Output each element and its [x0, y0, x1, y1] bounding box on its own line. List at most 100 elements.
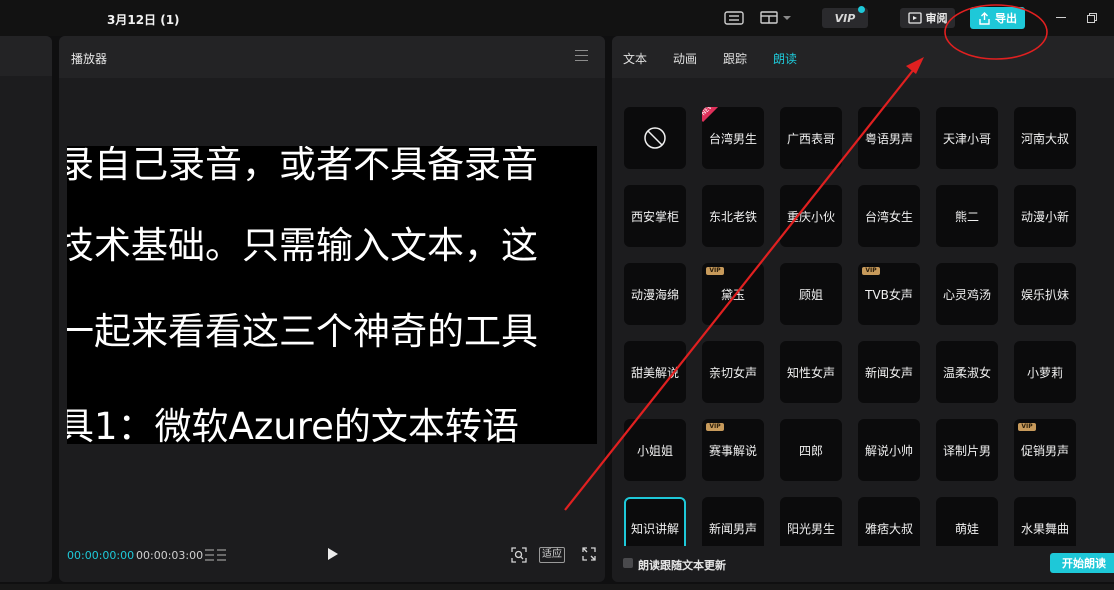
grid-icon[interactable]	[205, 548, 227, 565]
voice-none-option[interactable]	[624, 107, 686, 169]
voice-label: 水果舞曲	[1020, 521, 1069, 536]
voice-option[interactable]: 台湾男生 NEW	[702, 107, 764, 169]
start-reading-button[interactable]: 开始朗读	[1050, 553, 1114, 573]
voice-label: 萌娃	[954, 521, 979, 536]
vip-label: VIP	[834, 11, 856, 25]
voice-option[interactable]: 台湾女生	[858, 185, 920, 247]
video-preview[interactable]: 录自己录音，或者不具备录音 技术基础。只需输入文本，这 一起来看看这三个神奇的工…	[67, 146, 597, 444]
export-button[interactable]: 导出	[970, 7, 1025, 29]
voice-label: 心灵鸡汤	[942, 287, 991, 302]
voice-option[interactable]: 东北老铁	[702, 185, 764, 247]
play-button[interactable]	[327, 547, 339, 564]
fullscreen-icon[interactable]	[582, 547, 596, 564]
menu-icon[interactable]	[575, 50, 588, 65]
voice-option[interactable]: 动漫小新	[1014, 185, 1076, 247]
tab-bar: 文本 动画 跟踪 朗读	[612, 36, 1114, 78]
voice-option[interactable]: 西安掌柜	[624, 185, 686, 247]
voice-option[interactable]: 粤语男声	[858, 107, 920, 169]
media-panel	[0, 36, 52, 582]
voice-option[interactable]: 顾姐	[780, 263, 842, 325]
title-bar: 3月12日 (1) VIP 审阅 导出	[0, 0, 1114, 36]
voice-label: 四郎	[798, 443, 823, 458]
voice-option[interactable]: 四郎	[780, 419, 842, 481]
voice-option[interactable]: 小萝莉	[1014, 341, 1076, 403]
voice-label: 动漫海绵	[630, 287, 679, 302]
voice-label: 阳光男生	[786, 521, 835, 536]
notification-dot	[858, 6, 865, 13]
voice-label: 温柔淑女	[942, 365, 991, 380]
voice-option[interactable]: 译制片男	[936, 419, 998, 481]
maximize-button[interactable]	[1087, 12, 1097, 23]
voice-option[interactable]: 甜美解说	[624, 341, 686, 403]
player-title: 播放器	[71, 52, 108, 66]
review-button[interactable]: 审阅	[900, 8, 955, 28]
voice-option[interactable]: 解说小帅	[858, 419, 920, 481]
review-icon	[907, 12, 922, 24]
voice-label: 小萝莉	[1026, 365, 1063, 380]
voice-option[interactable]: 促销男声 VIP	[1014, 419, 1076, 481]
none-icon	[644, 127, 666, 149]
media-panel-header	[0, 36, 52, 76]
minimize-button[interactable]	[1056, 17, 1066, 18]
tab-read-aloud[interactable]: 朗读	[773, 50, 797, 67]
voice-option[interactable]: TVB女声 VIP	[858, 263, 920, 325]
voice-label: 动漫小新	[1020, 209, 1069, 224]
voice-label: TVB女声	[865, 287, 913, 302]
voice-label: 河南大叔	[1020, 131, 1069, 146]
voice-label: 台湾男生	[708, 131, 757, 146]
voice-label: 顾姐	[798, 287, 823, 302]
vip-badge[interactable]: VIP	[822, 6, 868, 28]
vip-tag: VIP	[1018, 423, 1036, 431]
voice-label: 小姐姐	[636, 443, 673, 458]
voice-label: 知性女声	[786, 365, 835, 380]
voice-option[interactable]: 小姐姐	[624, 419, 686, 481]
voice-label: 熊二	[954, 209, 979, 224]
voice-option[interactable]: 天津小哥	[936, 107, 998, 169]
fit-ratio-button[interactable]: 适应	[539, 547, 565, 563]
voice-label: 新闻男声	[708, 521, 757, 536]
current-time: 00:00:00:00	[67, 549, 135, 562]
voice-option[interactable]: 重庆小伙	[780, 185, 842, 247]
voice-option[interactable]: 新闻女声	[858, 341, 920, 403]
voice-label: 知识讲解	[630, 521, 679, 536]
voice-label: 台湾女生	[864, 209, 913, 224]
tab-animation[interactable]: 动画	[673, 50, 697, 67]
voice-option[interactable]: 娱乐扒妹	[1014, 263, 1076, 325]
voice-label: 亲切女声	[708, 365, 757, 380]
tab-text[interactable]: 文本	[623, 50, 647, 67]
voice-option[interactable]: 广西表哥	[780, 107, 842, 169]
keyboard-icon[interactable]	[724, 9, 744, 27]
tab-tracking[interactable]: 跟踪	[723, 50, 747, 67]
follow-text-checkbox[interactable]	[623, 558, 633, 568]
export-icon	[979, 11, 990, 25]
voice-option[interactable]: 熊二	[936, 185, 998, 247]
voice-label: 广西表哥	[786, 131, 835, 146]
snapshot-icon[interactable]	[511, 547, 527, 566]
voice-label: 娱乐扒妹	[1020, 287, 1069, 302]
voice-label: 甜美解说	[630, 365, 679, 380]
subtitle-line: 录自己录音，或者不具备录音	[67, 146, 538, 186]
export-label: 导出	[995, 12, 1017, 25]
vip-tag: VIP	[862, 267, 880, 275]
voice-label: 新闻女声	[864, 365, 913, 380]
voice-option[interactable]: 知性女声	[780, 341, 842, 403]
voice-option[interactable]: 黛玉 VIP	[702, 263, 764, 325]
voice-label: 天津小哥	[942, 131, 991, 146]
new-tag: NEW	[702, 107, 721, 123]
voice-label: 雅痞大叔	[864, 521, 913, 536]
voice-label: 赛事解说	[708, 443, 757, 458]
voice-option[interactable]: 亲切女声	[702, 341, 764, 403]
voice-option[interactable]: 温柔淑女	[936, 341, 998, 403]
properties-panel: 文本 动画 跟踪 朗读 台湾男生 NEW 广西表哥 粤语男声 天津小哥 河南大叔西安掌柜 东…	[612, 36, 1114, 582]
timeline-edge	[0, 584, 1114, 590]
follow-text-label: 朗读跟随文本更新	[638, 559, 726, 572]
vip-tag: VIP	[706, 423, 724, 431]
voice-option[interactable]: 赛事解说 VIP	[702, 419, 764, 481]
total-time: 00:00:03:00	[136, 549, 204, 562]
voice-option[interactable]: 河南大叔	[1014, 107, 1076, 169]
layout-icon[interactable]	[760, 9, 796, 27]
read-aloud-footer: 朗读跟随文本更新 开始朗读	[612, 546, 1114, 582]
voice-option[interactable]: 心灵鸡汤	[936, 263, 998, 325]
voice-option[interactable]: 动漫海绵	[624, 263, 686, 325]
voice-label: 解说小帅	[864, 443, 913, 458]
